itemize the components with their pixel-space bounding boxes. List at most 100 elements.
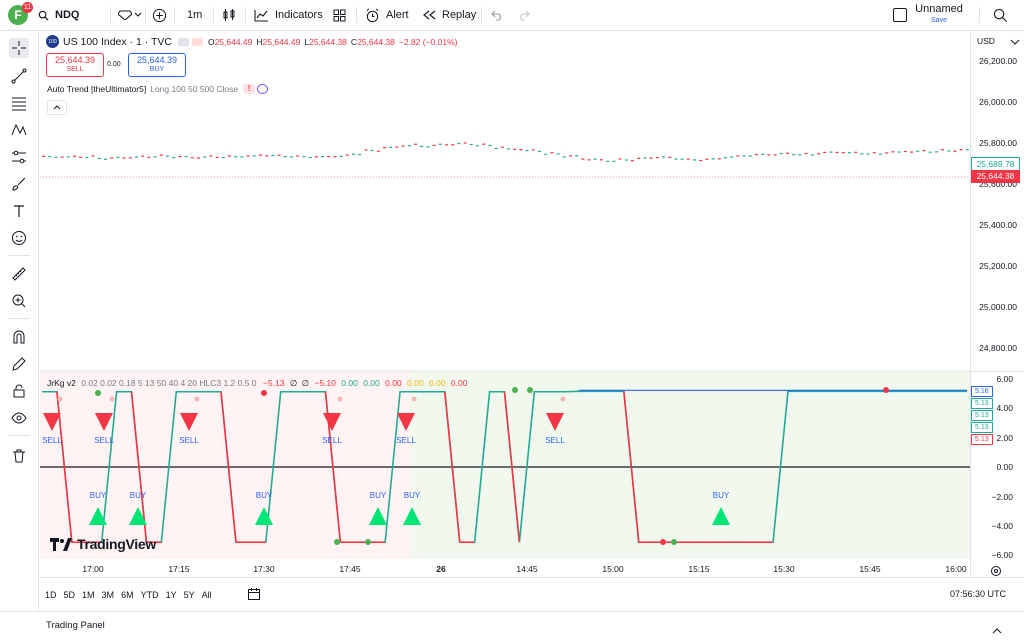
lock-tool[interactable]: [9, 381, 29, 401]
symbol-name: NDQ: [55, 9, 80, 21]
time-axis[interactable]: 17:00 17:15 17:30 17:45 26 14:45 15:00 15:15 15:…: [40, 561, 970, 576]
price-scale[interactable]: USD 26,200.00 26,000.00 25,800.00 25,600.00…: [970, 31, 1024, 576]
collapse-icon[interactable]: [177, 37, 189, 46]
status-icon[interactable]: [191, 37, 203, 46]
price-tick: 25,200.00: [979, 261, 1017, 271]
price-label-red: 25,644.38: [971, 170, 1020, 183]
range-button[interactable]: 5Y: [184, 590, 195, 600]
price-candle: [420, 145, 424, 147]
symbol-title[interactable]: US 100 Index · 1 · TVC: [63, 36, 172, 48]
crosshair-tool[interactable]: [9, 38, 29, 58]
sell-label: SELL: [42, 436, 62, 445]
price-candle: [290, 156, 293, 158]
sell-button[interactable]: 25,644.39 SELL: [46, 53, 104, 77]
compare-button[interactable]: [152, 0, 167, 30]
redo-button[interactable]: [517, 0, 530, 30]
price-candle: [358, 153, 362, 156]
price-candle: [215, 156, 219, 158]
layouts-button[interactable]: [333, 0, 346, 30]
plus-circle-icon: [152, 8, 167, 22]
indicators-button[interactable]: Indicators: [254, 0, 323, 30]
alert-button[interactable]: Alert: [365, 0, 409, 30]
time-tick: 16:00: [945, 564, 967, 574]
magnet-tool[interactable]: [9, 327, 29, 347]
price-candle: [885, 152, 889, 154]
layout-checkbox[interactable]: [893, 0, 907, 30]
price-candle: [488, 144, 492, 147]
collapse-legend-button[interactable]: [47, 100, 67, 115]
indicator-value-label: 5.13: [971, 398, 993, 409]
indicator-value-6: 0.00: [363, 378, 380, 388]
range-button[interactable]: All: [202, 590, 212, 600]
price-candle: [240, 156, 244, 158]
clock[interactable]: 07:56:30 UTC: [950, 589, 1006, 599]
time-tick: 17:30: [253, 564, 275, 574]
sell-label: SELL: [94, 436, 114, 445]
price-candle: [172, 157, 176, 159]
indicator-value-3: ∅: [301, 378, 309, 388]
chevron-up-icon: [992, 628, 1002, 634]
tradingview-logo-icon: [50, 537, 72, 551]
indicator-value-1: −5.13: [262, 378, 285, 388]
quick-search-button[interactable]: [993, 0, 1008, 30]
price-candle: [699, 159, 703, 162]
price-candle: [339, 155, 343, 158]
buy-button[interactable]: 25,644.39 BUY: [128, 53, 186, 77]
panel-toggle-button[interactable]: [992, 621, 1002, 639]
goto-date-button[interactable]: [247, 587, 261, 606]
trading-panel-tab[interactable]: Trading Panel: [46, 620, 105, 631]
range-button[interactable]: 5D: [64, 590, 76, 600]
price-candle: [922, 150, 926, 152]
warning-icon[interactable]: !: [243, 84, 256, 94]
indicator-legend-jrkg[interactable]: JrKg v2 0.02 0.02 0.18 5 13 50 40 4 20 H…: [47, 378, 467, 389]
range-button[interactable]: 3M: [102, 590, 115, 600]
price-candle: [166, 155, 169, 157]
projection-tool[interactable]: [9, 147, 29, 167]
price-candle: [141, 155, 145, 157]
text-tool[interactable]: [9, 201, 29, 221]
trendline-tool[interactable]: [9, 66, 29, 86]
symbol-type-button[interactable]: [118, 0, 142, 30]
range-button[interactable]: 1Y: [166, 590, 177, 600]
price-candle: [612, 160, 616, 162]
time-tick: 26: [436, 564, 446, 574]
fib-tool[interactable]: [9, 93, 29, 113]
range-button[interactable]: YTD: [141, 590, 159, 600]
time-tick: 17:45: [339, 564, 361, 574]
sell-label: SELL: [396, 436, 416, 445]
ruler-icon: [12, 267, 26, 281]
chart-pane[interactable]: SELL SELL SELL SELL SELL SELL BUY BUY BUY BUY BUY B…: [40, 31, 970, 576]
ruler-tool[interactable]: [9, 264, 29, 284]
price-candle: [953, 150, 957, 152]
visibility-tool[interactable]: [9, 408, 29, 428]
interval-button[interactable]: 1m: [187, 0, 202, 30]
range-button[interactable]: 6M: [121, 590, 134, 600]
sell-label: SELL: [322, 436, 342, 445]
price-candle: [624, 159, 628, 161]
undo-button[interactable]: [491, 0, 504, 30]
calendar-icon: [248, 588, 260, 600]
range-button[interactable]: 1D: [45, 590, 57, 600]
avatar[interactable]: F 11: [8, 0, 33, 30]
draw-mode-tool[interactable]: [9, 354, 29, 374]
indicator-value-4: −5.10: [314, 378, 336, 388]
emoji-tool[interactable]: [9, 228, 29, 248]
replay-button[interactable]: Replay: [423, 0, 476, 30]
price-candle: [680, 158, 684, 160]
currency-label[interactable]: USD: [977, 36, 995, 46]
price-candle: [407, 145, 411, 147]
layout-name-button[interactable]: Unnamed Save: [915, 0, 963, 30]
chart-type-button[interactable]: [222, 0, 236, 30]
alarm-clock-icon: [366, 8, 379, 22]
price-candle: [854, 151, 858, 153]
price-candle: [711, 158, 715, 160]
pattern-tool[interactable]: [9, 120, 29, 140]
zoom-tool[interactable]: [9, 291, 29, 311]
brush-tool[interactable]: [9, 174, 29, 194]
delete-tool[interactable]: [9, 446, 29, 466]
price-candle: [283, 155, 287, 158]
indicator-legend-autotrend[interactable]: Auto Trend [theUltimator5] Long 100 50 5…: [47, 84, 269, 94]
price-candle: [302, 156, 306, 158]
range-button[interactable]: 1M: [82, 590, 95, 600]
symbol-search[interactable]: NDQ: [38, 0, 108, 30]
